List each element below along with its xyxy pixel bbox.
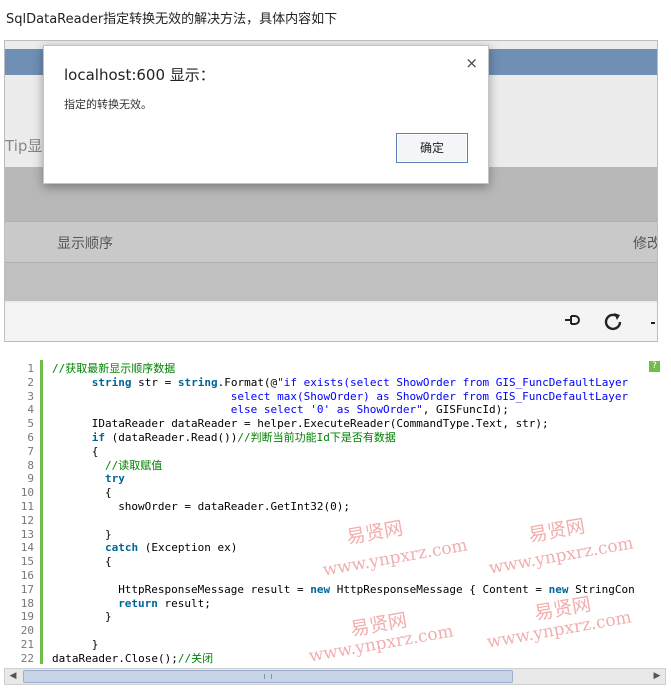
close-icon[interactable]: ×	[465, 54, 478, 72]
gutter-accent-bar	[40, 360, 43, 664]
dialog-title: localhost:600 显示：	[64, 66, 215, 84]
scrollbar-thumb[interactable]	[23, 670, 513, 683]
more-icon[interactable]	[649, 311, 657, 334]
code-text: {	[104, 555, 112, 569]
line-number-gutter: 1 2 3 4 5 6 7 8 9 10 11 12 13 14 15 16 17 18 19 20 21 22	[4, 358, 38, 666]
code-keyword: new	[548, 582, 569, 596]
code-comment: //读取赋值	[104, 458, 163, 472]
code-text: }	[104, 610, 112, 624]
code-line: if (dataReader.Read())//判断当前功能Id下是否有数据	[92, 431, 396, 445]
grid-body-band	[5, 263, 657, 301]
line-number: 2	[27, 375, 34, 389]
line-number: 4	[27, 403, 34, 417]
line-number: 6	[27, 431, 34, 444]
code-string: else select '0' as ShowOrder"	[230, 403, 423, 417]
code-lines: //获取最新显示顺序数据 string str = string.Format(@…	[52, 358, 664, 666]
code-line: {	[105, 486, 112, 500]
code-line: }	[105, 610, 112, 624]
code-line: //读取赋值	[105, 459, 162, 473]
help-icon[interactable]: ?	[649, 361, 660, 372]
code-line: IDataReader dataReader = helper.ExecuteR…	[92, 417, 549, 431]
code-text: (Exception ex)	[138, 541, 238, 555]
code-text: .Format(@	[217, 375, 278, 389]
code-keyword: string	[91, 375, 132, 389]
pager-toolbar	[5, 303, 657, 341]
code-keyword: new	[310, 582, 331, 596]
code-line: string str = string.Format(@"if exists(s…	[92, 376, 628, 390]
code-line: {	[92, 445, 99, 459]
code-text: dataReader.Close();	[52, 651, 178, 665]
line-number: 18	[20, 596, 34, 610]
horizontal-scrollbar[interactable]: ◀ ▶	[4, 668, 666, 685]
code-text: result;	[157, 596, 211, 610]
code-text: str =	[131, 375, 178, 389]
code-line: select max(ShowOrder) as ShowOrder from …	[231, 390, 628, 404]
code-string: select max(ShowOrder) as ShowOrder from …	[230, 389, 629, 403]
code-text: showOrder = dataReader.GetInt32(0);	[118, 500, 350, 513]
code-line: {	[105, 555, 112, 569]
code-comment: //判断当前功能Id下是否有数据	[237, 431, 396, 444]
scroll-left-icon[interactable]: ◀	[5, 669, 21, 684]
line-number: 13	[20, 527, 34, 541]
code-text: HttpResponseMessage result =	[118, 582, 311, 596]
line-number: 16	[20, 569, 34, 582]
code-text: {	[104, 486, 112, 500]
code-line: showOrder = dataReader.GetInt32(0);	[118, 500, 350, 514]
line-number: 3	[27, 389, 34, 403]
code-text: (dataReader.Read())	[104, 431, 238, 444]
code-keyword: try	[104, 472, 125, 486]
code-line: }	[105, 528, 112, 542]
code-text: IDataReader dataReader = helper.ExecuteR…	[91, 417, 549, 431]
line-number: 20	[20, 624, 34, 638]
code-text: }	[91, 638, 99, 651]
code-comment: //关闭	[177, 651, 214, 665]
line-number: 14	[20, 541, 34, 555]
line-number: 9	[27, 472, 34, 486]
line-number: 7	[27, 444, 34, 458]
line-number: 1	[27, 362, 34, 375]
ok-button[interactable]: 确定	[396, 133, 468, 163]
refresh-icon[interactable]	[603, 311, 623, 336]
code-line: try	[105, 472, 125, 486]
line-number: 11	[20, 500, 34, 513]
code-block: 1 2 3 4 5 6 7 8 9 10 11 12 13 14 15 16 17 18 19 20 21 22 //获取…	[4, 358, 666, 666]
code-text: {	[91, 444, 99, 458]
alert-dialog: localhost:600 显示： × 指定的转换无效。 确定	[43, 45, 489, 184]
dialog-message: 指定的转换无效。	[64, 98, 152, 111]
grid-column-row: 显示顺序 修改	[5, 221, 657, 263]
code-text: StringCon	[568, 582, 635, 596]
code-line: catch (Exception ex)	[105, 541, 237, 555]
line-number: 21	[20, 638, 34, 651]
code-line: else select '0' as ShowOrder", GISFuncId…	[231, 403, 509, 417]
code-line: //获取最新显示顺序数据	[52, 362, 175, 376]
code-text: }	[104, 527, 112, 541]
line-number: 8	[27, 458, 34, 472]
code-line: }	[92, 638, 99, 652]
line-number: 12	[20, 513, 34, 527]
embedded-screenshot: Tip显示 显示顺序 修改 localhost:600 显示： × 指定的转换无…	[4, 40, 658, 342]
line-number: 10	[20, 486, 34, 500]
article-heading: SqlDataReader指定转换无效的解决方法，具体内容如下	[6, 12, 338, 27]
code-keyword: return	[118, 596, 158, 610]
code-text: HttpResponseMessage { Content =	[330, 582, 549, 596]
line-number: 22	[20, 651, 34, 665]
code-text: , GISFuncId);	[422, 403, 509, 417]
column-edit[interactable]: 修改	[633, 233, 657, 253]
plug-icon[interactable]	[563, 311, 581, 334]
code-string: "if exists(select ShowOrder from GIS_Fun…	[277, 375, 629, 389]
code-keyword: string	[177, 375, 218, 389]
code-line: HttpResponseMessage result = new HttpRes…	[118, 583, 635, 597]
code-keyword: catch	[104, 541, 139, 555]
line-number: 5	[27, 417, 34, 431]
code-line: dataReader.Close();//关闭	[52, 652, 213, 666]
line-number: 17	[20, 582, 34, 596]
line-number: 15	[20, 555, 34, 569]
code-keyword: if	[91, 431, 105, 444]
column-show-order[interactable]: 显示顺序	[57, 233, 113, 253]
line-number: 19	[20, 610, 34, 624]
code-comment: //获取最新显示顺序数据	[52, 362, 176, 375]
scroll-right-icon[interactable]: ▶	[649, 669, 665, 684]
code-line: return result;	[118, 597, 211, 611]
